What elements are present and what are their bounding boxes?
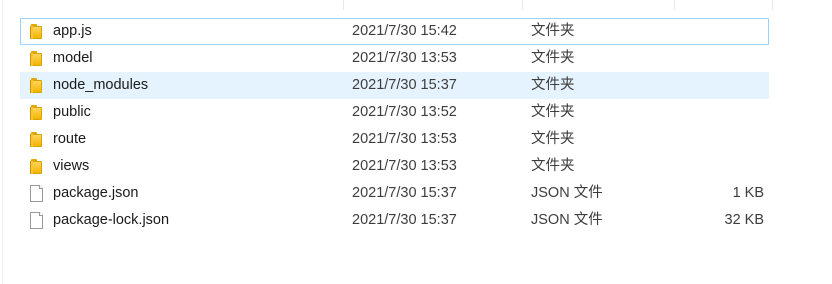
file-type: JSON 文件 [531,212,603,228]
folder-icon [29,77,45,94]
file-size: 32 KB [724,212,765,228]
folder-icon [29,131,45,148]
file-date: 2021/7/30 13:53 [352,158,457,174]
file-row[interactable]: package.json 2021/7/30 15:37 JSON 文件 1 KB [20,180,769,207]
folder-icon [29,158,45,175]
pane-border [2,0,3,284]
file-name: views [53,158,90,174]
folder-icon [29,50,45,67]
column-divider-end[interactable] [772,0,773,10]
file-date: 2021/7/30 15:37 [352,185,457,201]
folder-icon [29,104,45,121]
file-size: 1 KB [732,185,764,201]
file-date: 2021/7/30 15:37 [352,77,457,93]
file-name: package-lock.json [53,212,170,228]
file-row[interactable]: route 2021/7/30 13:53 文件夹 [20,126,769,153]
column-divider-type[interactable] [522,0,523,10]
column-divider-date[interactable] [343,0,344,10]
file-date: 2021/7/30 13:52 [352,104,457,120]
file-list: app.js 2021/7/30 15:42 文件夹 model 2021/7/30 … [20,18,769,234]
file-date: 2021/7/30 13:53 [352,131,457,147]
file-row[interactable]: app.js 2021/7/30 15:42 文件夹 [20,18,769,45]
file-row[interactable]: public 2021/7/30 13:52 文件夹 [20,99,769,126]
file-row[interactable]: views 2021/7/30 13:53 文件夹 [20,153,769,180]
file-row[interactable]: package-lock.json 2021/7/30 15:37 JSON 文件 3… [20,207,769,234]
file-date: 2021/7/30 13:53 [352,50,457,66]
file-type: 文件夹 [531,104,575,120]
file-date: 2021/7/30 15:42 [352,23,457,39]
file-type: 文件夹 [531,23,575,39]
file-name: package.json [53,185,139,201]
file-name: public [53,104,91,120]
file-row[interactable]: node_modules 2021/7/30 15:37 文件夹 [20,72,769,99]
folder-icon [29,23,45,40]
file-name: route [53,131,87,147]
file-icon [29,212,45,229]
file-type: JSON 文件 [531,185,603,201]
file-name: model [53,50,93,66]
column-divider-size[interactable] [674,0,675,10]
file-name: app.js [53,23,92,39]
file-date: 2021/7/30 15:37 [352,212,457,228]
file-row[interactable]: model 2021/7/30 13:53 文件夹 [20,45,769,72]
file-type: 文件夹 [531,158,575,174]
file-name: node_modules [53,77,149,93]
file-type: 文件夹 [531,131,575,147]
file-icon [29,185,45,202]
file-type: 文件夹 [531,50,575,66]
file-type: 文件夹 [531,77,575,93]
